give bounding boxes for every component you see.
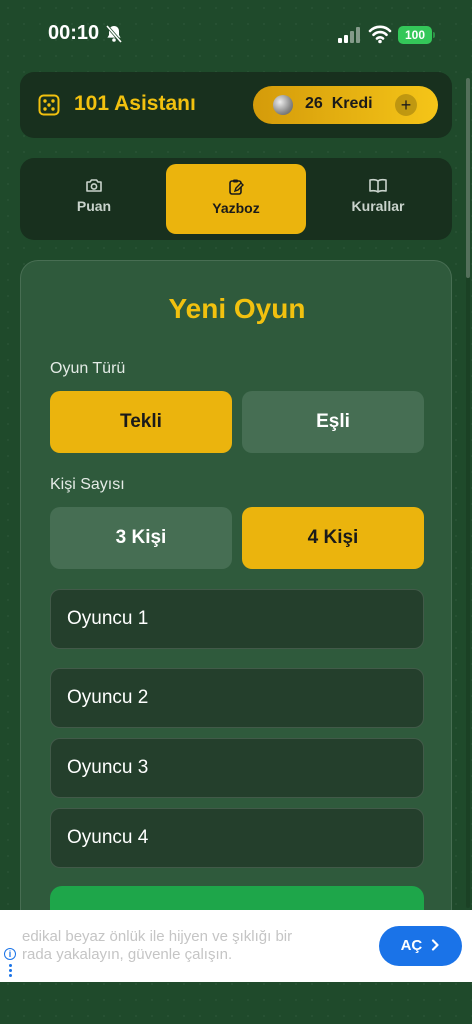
ad-text: edikal beyaz önlük ile hijyen ve şıklığı… <box>22 928 352 964</box>
new-game-card: Yeni Oyun Oyun Türü Tekli Eşli Kişi Sayı… <box>20 260 452 960</box>
credits-count: 26 <box>305 95 323 112</box>
tab-label: Kurallar <box>351 198 405 214</box>
tab-kurallar[interactable]: Kurallar <box>308 164 448 234</box>
credits-display: 26 Kredi <box>305 95 373 113</box>
battery-icon: 100 <box>398 26 432 44</box>
status-bar: 00:10 100 <box>0 0 472 70</box>
ad-text-line: edikal beyaz önlük ile hijyen ve şıklığı… <box>22 928 293 945</box>
tab-yazboz[interactable]: Yazboz <box>166 164 306 234</box>
more-vertical-icon[interactable] <box>9 964 12 979</box>
book-icon <box>369 178 387 193</box>
dice-icon <box>38 94 60 116</box>
player-count-3-button[interactable]: 3 Kişi <box>50 507 232 569</box>
info-icon[interactable]: i <box>4 948 16 960</box>
player-4-input[interactable] <box>50 808 424 868</box>
app-title: 101 Asistanı <box>74 92 196 115</box>
player-1-input[interactable] <box>50 589 424 649</box>
app-header: 101 Asistanı 26 Kredi + <box>20 72 452 138</box>
camera-icon <box>86 179 102 192</box>
tab-puan[interactable]: Puan <box>24 164 164 234</box>
signal-icon <box>338 27 360 43</box>
tab-label: Yazboz <box>212 200 260 216</box>
ad-text-line: rada yakalayın, güvenle çalışın. <box>22 946 233 963</box>
player-count-label: Kişi Sayısı <box>50 476 125 493</box>
ad-open-label: AÇ <box>400 937 423 954</box>
coin-icon <box>273 95 293 115</box>
card-title: Yeni Oyun <box>168 293 306 324</box>
chevron-right-icon <box>432 939 440 951</box>
tab-label: Puan <box>76 198 112 214</box>
player-count-4-button[interactable]: 4 Kişi <box>242 507 424 569</box>
wifi-icon <box>368 25 392 44</box>
bell-slash-icon <box>105 25 123 43</box>
credits-label: Kredi <box>331 95 373 112</box>
ad-open-button[interactable]: AÇ <box>379 926 462 966</box>
player-3-input[interactable] <box>50 738 424 798</box>
ad-banner[interactable]: edikal beyaz önlük ile hijyen ve şıklığı… <box>0 910 472 982</box>
clipboard-pen-icon <box>229 179 244 195</box>
tab-bar: Puan Yazboz Kurallar <box>20 158 452 240</box>
game-type-esli-button[interactable]: Eşli <box>242 391 424 453</box>
status-time: 00:10 <box>48 22 100 44</box>
scrollbar-thumb[interactable] <box>466 78 470 278</box>
game-type-tekli-button[interactable]: Tekli <box>50 391 232 453</box>
player-2-input[interactable] <box>50 668 424 728</box>
game-type-label: Oyun Türü <box>50 360 126 377</box>
credits-button[interactable]: 26 Kredi + <box>253 86 438 124</box>
add-credits-button[interactable]: + <box>395 94 417 116</box>
battery-tip <box>433 32 435 38</box>
